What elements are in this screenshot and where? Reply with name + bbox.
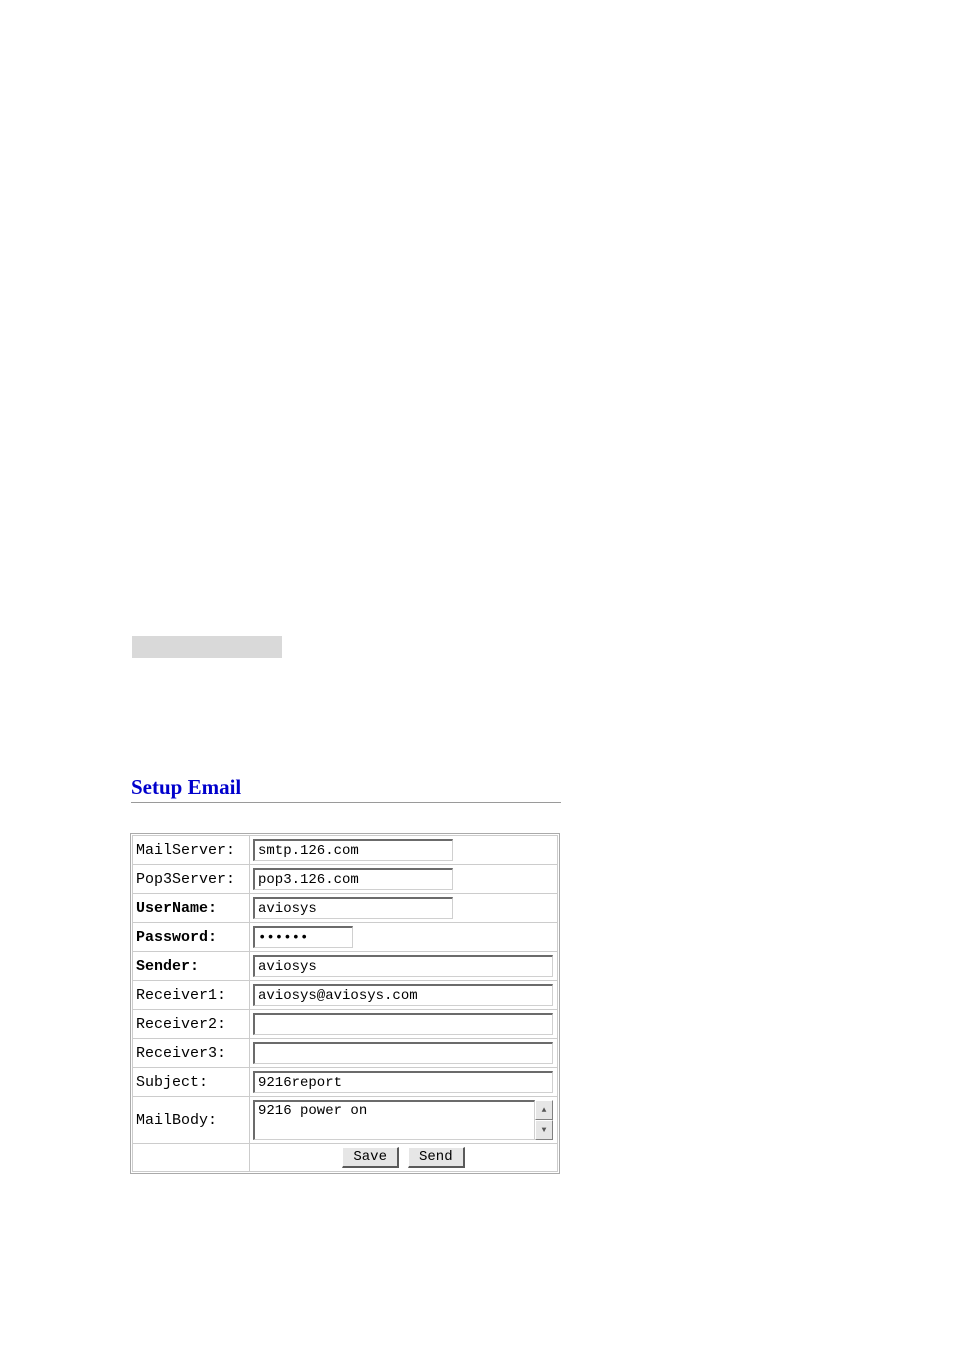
mailserver-input[interactable] (253, 839, 453, 861)
sender-input[interactable] (253, 955, 553, 977)
label-receiver1: Receiver1: (133, 981, 250, 1010)
receiver2-input[interactable] (253, 1013, 553, 1035)
label-mailserver: MailServer: (133, 836, 250, 865)
send-button[interactable]: Send (408, 1147, 465, 1168)
password-input[interactable] (253, 926, 353, 948)
textarea-scrollbar[interactable]: ▲ ▼ (535, 1100, 553, 1140)
scroll-down-icon[interactable]: ▼ (535, 1120, 553, 1140)
receiver1-input[interactable] (253, 984, 553, 1006)
label-receiver3: Receiver3: (133, 1039, 250, 1068)
label-sender: Sender: (133, 952, 250, 981)
label-password: Password: (133, 923, 250, 952)
label-subject: Subject: (133, 1068, 250, 1097)
pop3server-input[interactable] (253, 868, 453, 890)
subject-input[interactable] (253, 1071, 553, 1093)
empty-label (133, 1144, 250, 1172)
page: Setup Email MailServer: Pop3Server: User… (0, 0, 954, 1351)
form-table: MailServer: Pop3Server: UserName: Passwo… (132, 835, 558, 1172)
divider (131, 802, 561, 803)
mailbody-textarea[interactable] (253, 1100, 535, 1140)
receiver3-input[interactable] (253, 1042, 553, 1064)
label-receiver2: Receiver2: (133, 1010, 250, 1039)
label-pop3server: Pop3Server: (133, 865, 250, 894)
email-form: MailServer: Pop3Server: UserName: Passwo… (130, 833, 560, 1174)
highlight-block (132, 636, 282, 658)
scroll-up-icon[interactable]: ▲ (535, 1100, 553, 1120)
username-input[interactable] (253, 897, 453, 919)
label-username: UserName: (133, 894, 250, 923)
section-title: Setup Email (131, 775, 241, 800)
save-button[interactable]: Save (342, 1147, 399, 1168)
label-mailbody: MailBody: (133, 1097, 250, 1144)
